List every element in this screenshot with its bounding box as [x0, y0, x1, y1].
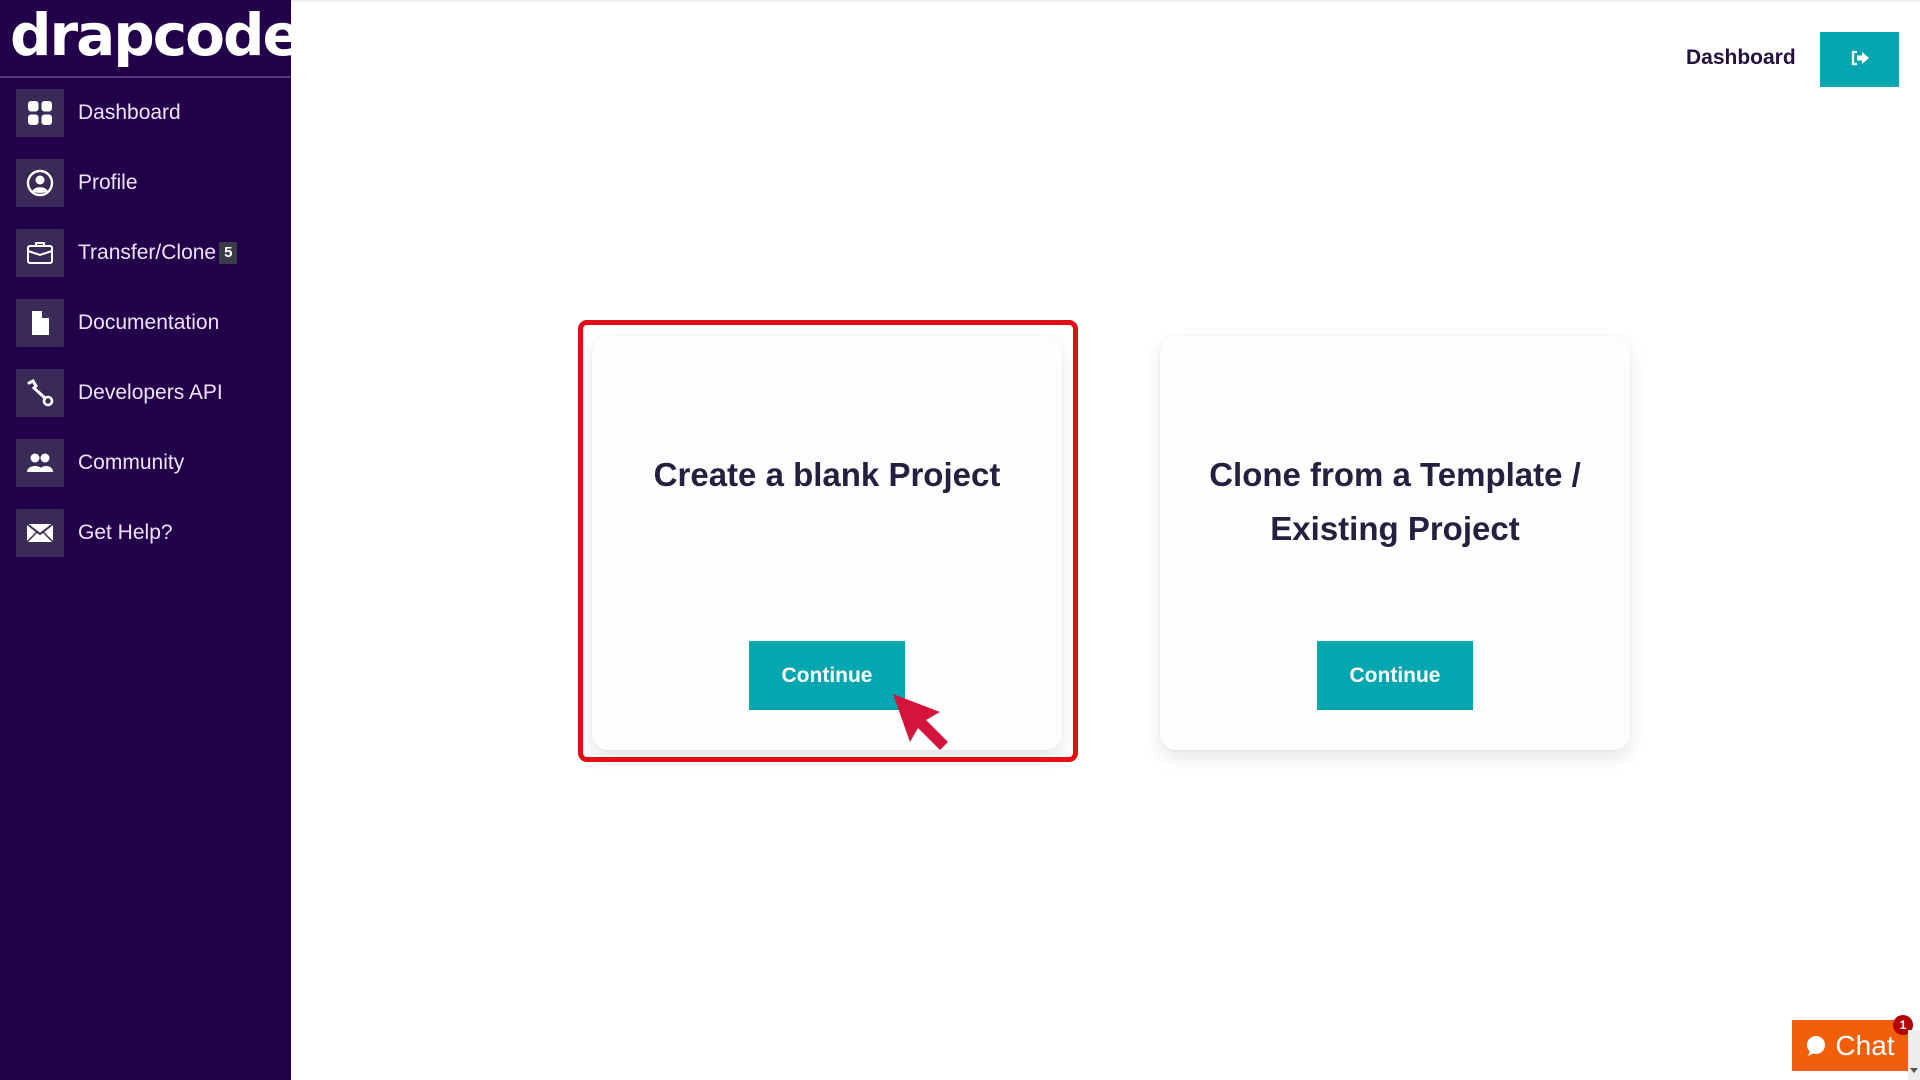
- header-dashboard-link[interactable]: Dashboard: [1686, 46, 1796, 70]
- clone-template-card: Clone from a Template / Existing Project…: [1160, 336, 1630, 750]
- sidebar-divider: [0, 76, 291, 78]
- envelope-icon: [16, 509, 64, 557]
- sidebar-item-get-help[interactable]: Get Help?: [16, 509, 286, 557]
- sidebar-item-label: Get Help?: [78, 521, 173, 544]
- highlight-box: [578, 320, 1078, 762]
- sidebar-item-label: Profile: [78, 171, 138, 194]
- sidebar-item-community[interactable]: Community: [16, 439, 286, 487]
- chat-label: Chat: [1835, 1029, 1895, 1061]
- logo[interactable]: drapcode: [10, 2, 302, 74]
- chevron-down-icon[interactable]: [1910, 1068, 1918, 1073]
- count-badge: 5: [219, 242, 238, 264]
- continue-clone-button[interactable]: Continue: [1317, 641, 1473, 710]
- sign-out-icon: [1850, 50, 1870, 69]
- grid-icon: [16, 89, 64, 137]
- sidebar-nav: Dashboard Profile Transfer/Clone 5 Docum…: [16, 89, 286, 579]
- sidebar-item-label: Documentation: [78, 311, 220, 334]
- sidebar-item-label: Community: [78, 451, 185, 474]
- sidebar-item-label: Dashboard: [78, 101, 181, 124]
- wrench-icon: [16, 369, 64, 417]
- cursor-arrow-icon: [893, 694, 948, 750]
- logout-button[interactable]: [1820, 32, 1899, 87]
- sidebar-item-profile[interactable]: Profile: [16, 159, 286, 207]
- card-title: Clone from a Template / Existing Project: [1209, 456, 1581, 547]
- sidebar-item-transfer-clone[interactable]: Transfer/Clone 5: [16, 229, 286, 277]
- sidebar-item-documentation[interactable]: Documentation: [16, 299, 286, 347]
- file-icon: [16, 299, 64, 347]
- user-circle-icon: [16, 159, 64, 207]
- users-icon: [16, 439, 64, 487]
- briefcase-icon: [16, 229, 64, 277]
- chat-bubble-icon: [1807, 1035, 1826, 1056]
- sidebar-item-label: Transfer/Clone: [78, 241, 217, 264]
- sidebar-item-label: Developers API: [78, 381, 223, 404]
- sidebar-item-developers-api[interactable]: Developers API: [16, 369, 286, 417]
- chat-button[interactable]: Chat: [1792, 1020, 1908, 1071]
- sidebar-item-dashboard[interactable]: Dashboard: [16, 89, 286, 137]
- sidebar: drapcode Dashboard Profile Transfer/Clon…: [0, 0, 302, 1080]
